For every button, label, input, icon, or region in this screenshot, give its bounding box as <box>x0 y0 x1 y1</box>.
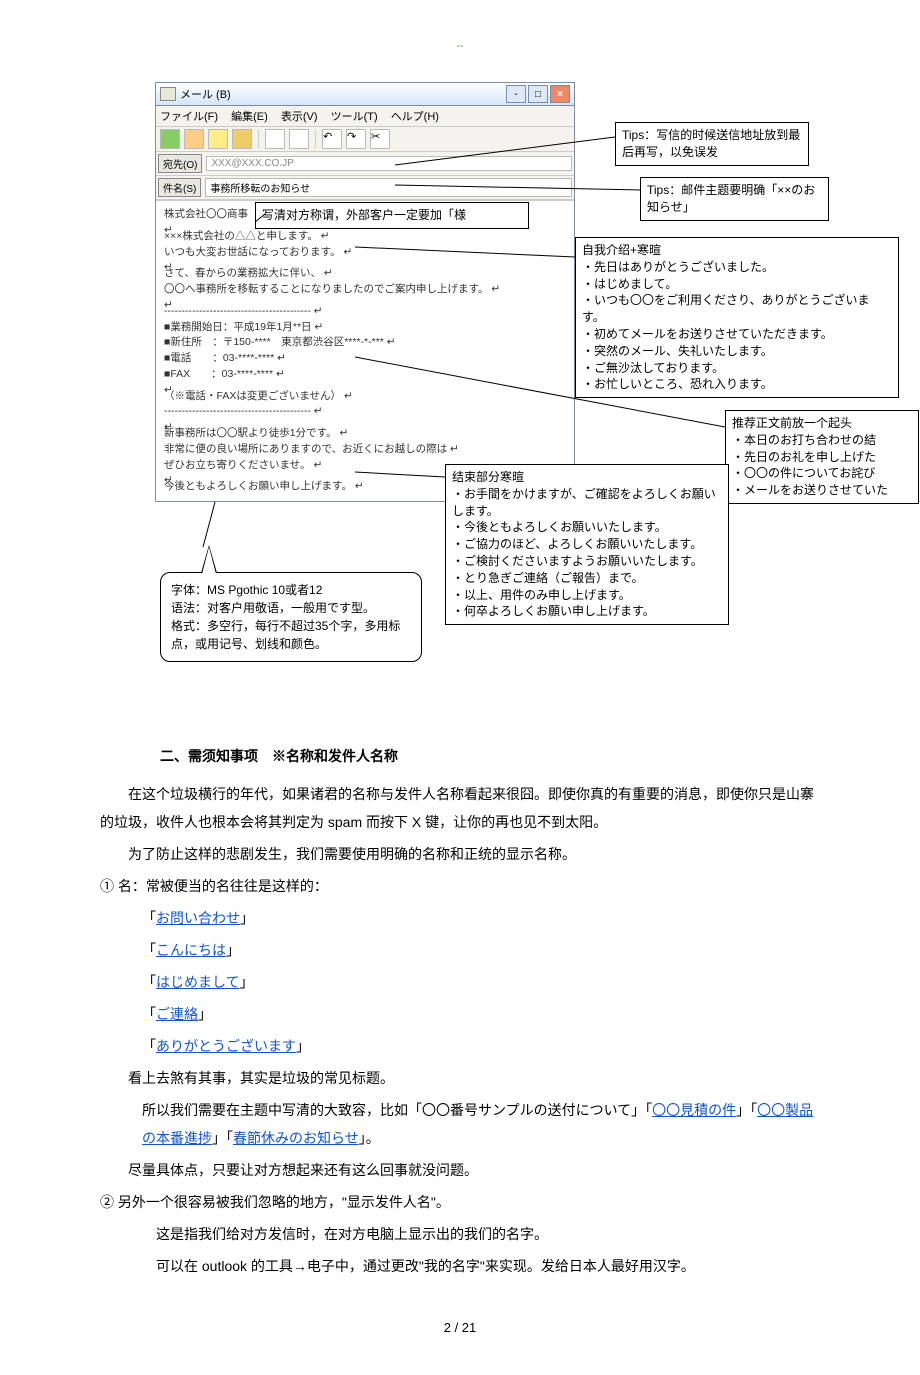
callout-line: ・はじめまして。 <box>582 276 892 293</box>
callout-line: ・ご検討くださいますようお願いいたします。 <box>452 553 722 570</box>
callout-line: ・初めてメールをお送りさせていただきます。 <box>582 326 892 343</box>
speech-line: 语法：对客户用敬语，一般用です型。 <box>171 599 411 617</box>
callout-line: ・何卒よろしくお願い申し上げます。 <box>452 603 722 620</box>
mail-icon <box>160 87 176 101</box>
email-diagram: メール (B) ‐ □ × ファイル(F) 編集(E) 表示(V) ツール(T)… <box>155 82 860 702</box>
callout-line: ・ご協力のほど、よろしくお願いいたします。 <box>452 536 722 553</box>
mail-body[interactable]: 株式会社〇〇商事 ××様 ↵↵×××株式会社の△△と申します。 ↵いつも大変お世… <box>156 200 574 501</box>
callout-line: ・突然のメール、失礼いたします。 <box>582 343 892 360</box>
paragraph: 看上去煞有其事，其实是垃圾的常见标题。 <box>128 1064 820 1092</box>
callout-line: ・先日はありがとうございました。 <box>582 259 892 276</box>
text: 」「 <box>212 1130 233 1146</box>
link-spam-title[interactable]: お問い合わせ <box>156 910 240 926</box>
speech-line: 字体：MS Pgothic 10或者12 <box>171 581 411 599</box>
paragraph: 所以我们需要在主题中写清的大致容，比如「〇〇番号サンプルの送付について」「〇〇見… <box>142 1096 820 1152</box>
callout-line: ・とり急ぎご連絡（ご報告）まで。 <box>452 570 722 587</box>
subject-row: 件名(S) 事務所移転のお知らせ <box>156 176 574 200</box>
undo-icon[interactable]: ↶ <box>322 129 342 149</box>
callout-lead-title: 推荐正文前放一个起头 <box>732 415 912 432</box>
callout-line: ・お忙しいところ、恐れ入ります。 <box>582 376 892 393</box>
callout-tip-subject: Tips：邮件主题要明确「××のお知らせ」 <box>640 177 829 221</box>
toolbar-icon[interactable] <box>160 129 180 149</box>
link-spam-title[interactable]: ありがとうございます <box>156 1038 296 1054</box>
callout-intro: 自我介绍+寒暄 ・先日はありがとうございました。・はじめまして。・いつも〇〇をご… <box>575 237 899 398</box>
callout-line: ・ご無沙汰しております。 <box>582 360 892 377</box>
callout-line: ・先日のお礼を申し上げた <box>732 449 912 466</box>
to-button[interactable]: 宛先(O) <box>158 154 202 173</box>
window-title: メール (B) <box>180 86 231 102</box>
menu-view[interactable]: 表示(V) <box>281 111 318 123</box>
toolbar-icon[interactable] <box>265 129 285 149</box>
list-item: 「ありがとうございます」 <box>142 1032 820 1060</box>
toolbar-icon[interactable] <box>289 129 309 149</box>
list-item: 「こんにちは」 <box>142 936 820 964</box>
subject-field[interactable]: 事務所移転のお知らせ <box>205 178 572 197</box>
callout-line: ・本日のお打ち合わせの結 <box>732 432 912 449</box>
callout-line: ・お手間をかけますが、ご確認をよろしくお願いします。 <box>452 486 722 520</box>
toolbar: ↶ ↷ ✂ <box>156 127 574 152</box>
page-number: 2 / 21 <box>60 1320 860 1335</box>
toolbar-icon[interactable] <box>208 129 228 149</box>
redo-icon[interactable]: ↷ <box>346 129 366 149</box>
text: 」。 <box>359 1130 380 1146</box>
paragraph: 在这个垃圾横行的年代，如果诸君的名称与发件人名称看起来很囧。即使你真的有重要的消… <box>100 780 820 836</box>
link-spam-title[interactable]: はじめまして <box>156 974 240 990</box>
list-number: ② 另外一个很容易被我们忽略的地方，"显示发件人名"。 <box>100 1188 820 1216</box>
paragraph: 这是指我们给对方发信时，在对方电脑上显示出的我们的名字。 <box>128 1220 820 1248</box>
callout-line: ・いつも〇〇をご利用くださり、ありがとうございます。 <box>582 292 892 326</box>
text: 所以我们需要在主题中写清的大致容，比如「〇〇番号サンプルの送付について」「 <box>142 1102 652 1118</box>
menu-bar: ファイル(F) 編集(E) 表示(V) ツール(T) ヘルプ(H) <box>156 106 574 127</box>
list-item: 「お問い合わせ」 <box>142 904 820 932</box>
paragraph: 可以在 outlook 的工具→电子中，通过更改"我的名字"来实现。发给日本人最… <box>128 1252 820 1280</box>
subject-button[interactable]: 件名(S) <box>158 178 201 197</box>
callout-intro-title: 自我介绍+寒暄 <box>582 242 892 259</box>
list-item: 「ご連絡」 <box>142 1000 820 1028</box>
callout-lead: 推荐正文前放一个起头 ・本日のお打ち合わせの結・先日のお礼を申し上げた・〇〇の件… <box>725 410 919 504</box>
cut-icon[interactable]: ✂ <box>370 129 390 149</box>
link-spam-title[interactable]: こんにちは <box>156 942 226 958</box>
list-item: 「はじめまして」 <box>142 968 820 996</box>
article-body: 二、需须知事项 ※名称和发件人名称 在这个垃圾横行的年代，如果诸君的名称与发件人… <box>100 742 820 1280</box>
paragraph: 为了防止这样的悲剧发生，我们需要使用明确的名称和正统的显示名称。 <box>100 840 820 868</box>
toolbar-icon[interactable] <box>232 129 252 149</box>
page-header-marker: -- <box>60 40 860 52</box>
close-button[interactable]: × <box>550 85 570 103</box>
menu-help[interactable]: ヘルプ(H) <box>391 111 439 123</box>
menu-tool[interactable]: ツール(T) <box>331 111 378 123</box>
to-row: 宛先(O) XXX@XXX.CO.JP <box>156 152 574 176</box>
menu-edit[interactable]: 編集(E) <box>231 111 268 123</box>
speech-bubble: 字体：MS Pgothic 10或者12 语法：对客户用敬语，一般用です型。 格… <box>160 572 422 662</box>
minimize-button[interactable]: ‐ <box>506 85 526 103</box>
section-heading: 二、需须知事项 ※名称和发件人名称 <box>160 742 820 770</box>
callout-line: ・以上、用件のみ申し上げます。 <box>452 587 722 604</box>
link-example[interactable]: 〇〇見積の件 <box>652 1102 736 1118</box>
callout-line: ・メールをお送りさせていた <box>732 482 912 499</box>
list-number: ① 名：常被便当的名往往是这样的： <box>100 872 820 900</box>
menu-file[interactable]: ファイル(F) <box>160 111 218 123</box>
callout-closing-title: 结束部分寒暄 <box>452 469 722 486</box>
toolbar-icon[interactable] <box>184 129 204 149</box>
link-example[interactable]: 春節休みのお知らせ <box>233 1130 359 1146</box>
text: 」「 <box>736 1102 757 1118</box>
callout-line: ・〇〇の件についてお詫び <box>732 465 912 482</box>
to-field[interactable]: XXX@XXX.CO.JP <box>206 156 572 171</box>
window-titlebar: メール (B) ‐ □ × <box>156 83 574 106</box>
mail-window: メール (B) ‐ □ × ファイル(F) 編集(E) 表示(V) ツール(T)… <box>155 82 575 502</box>
speech-line: 格式：多空行，每行不超过35个字，多用标点，或用记号、划线和颜色。 <box>171 617 411 653</box>
callout-honorific: 写清对方称谓，外部客户一定要加「様 <box>255 202 529 229</box>
callout-closing: 结束部分寒暄 ・お手間をかけますが、ご確認をよろしくお願いします。・今後ともよろ… <box>445 464 729 625</box>
callout-line: ・今後ともよろしくお願いいたします。 <box>452 519 722 536</box>
callout-tip-to: Tips：写信的时候送信地址放到最后再写，以免误发 <box>615 122 809 166</box>
link-spam-title[interactable]: ご連絡 <box>156 1006 198 1022</box>
paragraph: 尽量具体点，只要让对方想起来还有这么回事就没问题。 <box>128 1156 820 1184</box>
maximize-button[interactable]: □ <box>528 85 548 103</box>
